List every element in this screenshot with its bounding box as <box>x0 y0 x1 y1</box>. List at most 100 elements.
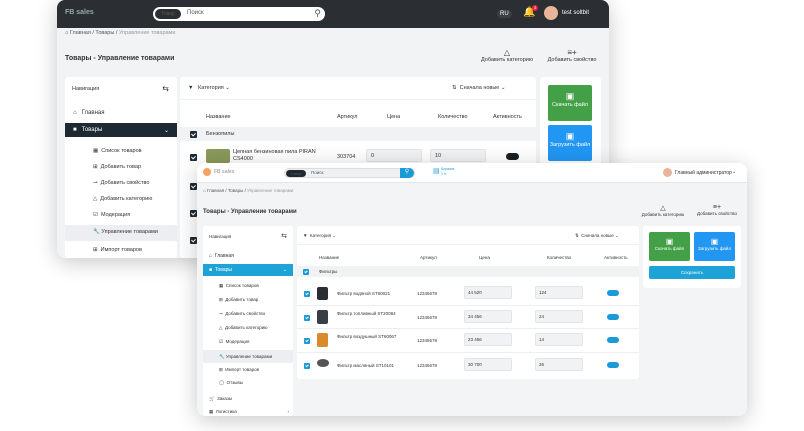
price-input[interactable]: 44 520 <box>464 286 512 299</box>
sidebar-item-moderation[interactable]: ☑ Модерация <box>93 212 130 218</box>
active-toggle[interactable] <box>607 362 619 368</box>
column-header-sku: Артикул <box>337 114 358 120</box>
price-input[interactable]: 23 456 <box>464 333 512 346</box>
row-checkbox[interactable] <box>304 363 310 369</box>
logo-mark <box>203 168 211 176</box>
chevron-down-icon[interactable]: ⌄ <box>732 169 736 175</box>
sidebar-item-moderation[interactable]: ☑ Модерация <box>219 339 249 345</box>
sidebar-item-manage-products[interactable]: 🔧 Управление товарами <box>203 350 293 363</box>
avatar[interactable] <box>663 168 672 177</box>
group-checkbox[interactable] <box>303 269 309 275</box>
search-input[interactable]: Поиск <box>311 170 323 175</box>
active-toggle[interactable] <box>607 290 619 296</box>
sidebar-item-reviews[interactable]: ◯ Отзывы <box>219 380 243 386</box>
sidebar-item-import[interactable]: ⊞ Импорт товаров <box>219 367 259 373</box>
sidebar-item-label: Добавить свойство <box>225 311 266 316</box>
active-toggle[interactable] <box>607 314 619 320</box>
sidebar-item-add-category[interactable]: △ Добавить категорию <box>93 196 152 202</box>
cart-label[interactable]: Корзина <box>441 167 454 171</box>
product-name[interactable]: Фильтр воздушный ST60067 <box>337 334 407 339</box>
active-toggle[interactable] <box>506 153 519 160</box>
avatar[interactable] <box>544 6 558 20</box>
product-sku: 303704 <box>337 154 356 160</box>
upload-file-button[interactable]: ▣ Загрузить файл <box>548 125 592 161</box>
breadcrumb-products[interactable]: Товары <box>228 188 243 193</box>
product-name[interactable]: Цепная бензиновая пила PIRAN CS4000 <box>233 149 329 163</box>
sidebar-item-add-property[interactable]: ⊸ Добавить свойство <box>93 180 149 186</box>
wrench-icon: 🔧 <box>219 354 225 359</box>
category-filter[interactable]: ▼ Категория ⌄ <box>303 233 336 239</box>
product-name[interactable]: Фильтр масляный ST10101 <box>337 363 394 368</box>
quantity-input[interactable]: 26 <box>535 358 583 371</box>
sidebar-item-home[interactable]: ⌂ Главная <box>209 253 234 259</box>
row-checkbox[interactable] <box>190 154 197 161</box>
column-header-sku: Артикул <box>420 255 437 260</box>
sidebar-item-home[interactable]: ⌂ Главная <box>73 110 104 116</box>
language-switch[interactable]: RU <box>497 10 512 18</box>
save-button[interactable]: Сохранить <box>649 266 735 279</box>
key-icon: ⊸ <box>219 311 223 316</box>
search-icon[interactable]: ⚲ <box>314 8 321 19</box>
swap-icon[interactable]: ⇆ <box>281 232 287 240</box>
truck-icon: ▦ <box>209 409 214 414</box>
cart-icon[interactable]: ▤ <box>433 167 440 175</box>
column-header-name: Название <box>206 114 231 120</box>
group-checkbox[interactable] <box>190 131 197 138</box>
download-file-button[interactable]: ▣ Скачать файл <box>548 85 592 121</box>
search-bar[interactable]: Товар Поиск ⚲ <box>153 7 325 21</box>
search-scope-pill[interactable]: Товар <box>286 170 306 177</box>
sidebar-item-add-product[interactable]: ⊞ Добавить товар <box>219 297 258 303</box>
row-checkbox[interactable] <box>304 315 310 321</box>
row-checkbox[interactable] <box>190 237 197 244</box>
sidebar-item-label: Добавить товар <box>225 297 259 302</box>
quantity-input[interactable]: 14 <box>535 333 583 346</box>
search-bar[interactable]: Товар Поиск ⚲ <box>284 168 415 178</box>
search-scope-pill[interactable]: Товар <box>155 9 181 19</box>
cart-count: 1 п. <box>441 172 447 176</box>
sidebar-item-add-category[interactable]: △ Добавить категорию <box>219 325 268 331</box>
row-checkbox[interactable] <box>304 291 310 297</box>
add-property-button[interactable]: ≡+ Добавить свойство <box>542 48 602 63</box>
add-list-icon: ≡+ <box>567 48 577 57</box>
price-input[interactable]: 0 <box>366 149 422 162</box>
row-checkbox[interactable] <box>190 183 197 190</box>
sidebar-item-manage-products[interactable]: 🔧 Управление товарами <box>65 225 177 241</box>
sort-dropdown[interactable]: ⇅ Сначала новые ⌄ <box>452 85 506 91</box>
sort-dropdown[interactable]: ⇅ Сначала новые ⌄ <box>575 233 619 239</box>
row-checkbox[interactable] <box>304 338 310 344</box>
product-name[interactable]: Фильтр водяной ST60021 <box>337 291 390 296</box>
sidebar-item-logistics[interactable]: ▦ Логистика › <box>209 409 289 415</box>
user-name[interactable]: test soltbit <box>562 10 589 16</box>
active-toggle[interactable] <box>607 337 619 343</box>
swap-icon[interactable]: ⇆ <box>162 84 169 93</box>
price-input[interactable]: 34 456 <box>464 310 512 323</box>
add-category-button[interactable]: △ Добавить категорию <box>477 48 537 63</box>
category-filter[interactable]: ▼ Категория ⌄ <box>188 85 230 91</box>
sidebar-item-products[interactable]: ■ Товары ⌄ <box>65 123 177 137</box>
sidebar-item-products[interactable]: ■ Товары ⌄ <box>203 264 293 276</box>
price-input[interactable]: 30 700 <box>464 358 512 371</box>
sidebar-item-add-product[interactable]: ⊞ Добавить товар <box>93 164 141 170</box>
search-input[interactable]: Поиск <box>187 10 204 16</box>
product-thumbnail <box>317 333 328 347</box>
search-icon[interactable]: ⚲ <box>400 168 414 178</box>
quantity-input[interactable]: 124 <box>535 286 583 299</box>
add-category-button[interactable]: △ Добавить категорию <box>637 204 689 217</box>
upload-file-button[interactable]: ▣ Загрузить файл <box>694 232 735 261</box>
sidebar-item-product-list[interactable]: ▦ Список товаров <box>93 148 142 154</box>
sidebar-item-orders[interactable]: 🛒 Заказы <box>209 396 232 402</box>
breadcrumb-home[interactable]: Главная <box>70 30 91 36</box>
quantity-input[interactable]: 10 <box>430 149 486 162</box>
sidebar-item-add-property[interactable]: ⊸ Добавить свойство <box>219 311 265 317</box>
breadcrumb-home[interactable]: Главная <box>207 188 224 193</box>
quantity-input[interactable]: 24 <box>535 310 583 323</box>
add-property-button[interactable]: ≡+ Добавить свойство <box>691 204 743 216</box>
sidebar-item-import[interactable]: ⊞ Импорт товаров <box>93 247 142 253</box>
download-file-button[interactable]: ▣ Скачать файл <box>649 232 690 261</box>
column-header-qty: Количество <box>438 114 468 120</box>
user-name[interactable]: Главный администратор <box>675 170 732 176</box>
breadcrumb-products[interactable]: Товары <box>95 30 114 36</box>
sidebar-item-product-list[interactable]: ▦ Список товаров <box>219 283 259 289</box>
product-name[interactable]: Фильтр топливный ST20084 <box>337 311 407 316</box>
row-checkbox[interactable] <box>190 210 197 217</box>
